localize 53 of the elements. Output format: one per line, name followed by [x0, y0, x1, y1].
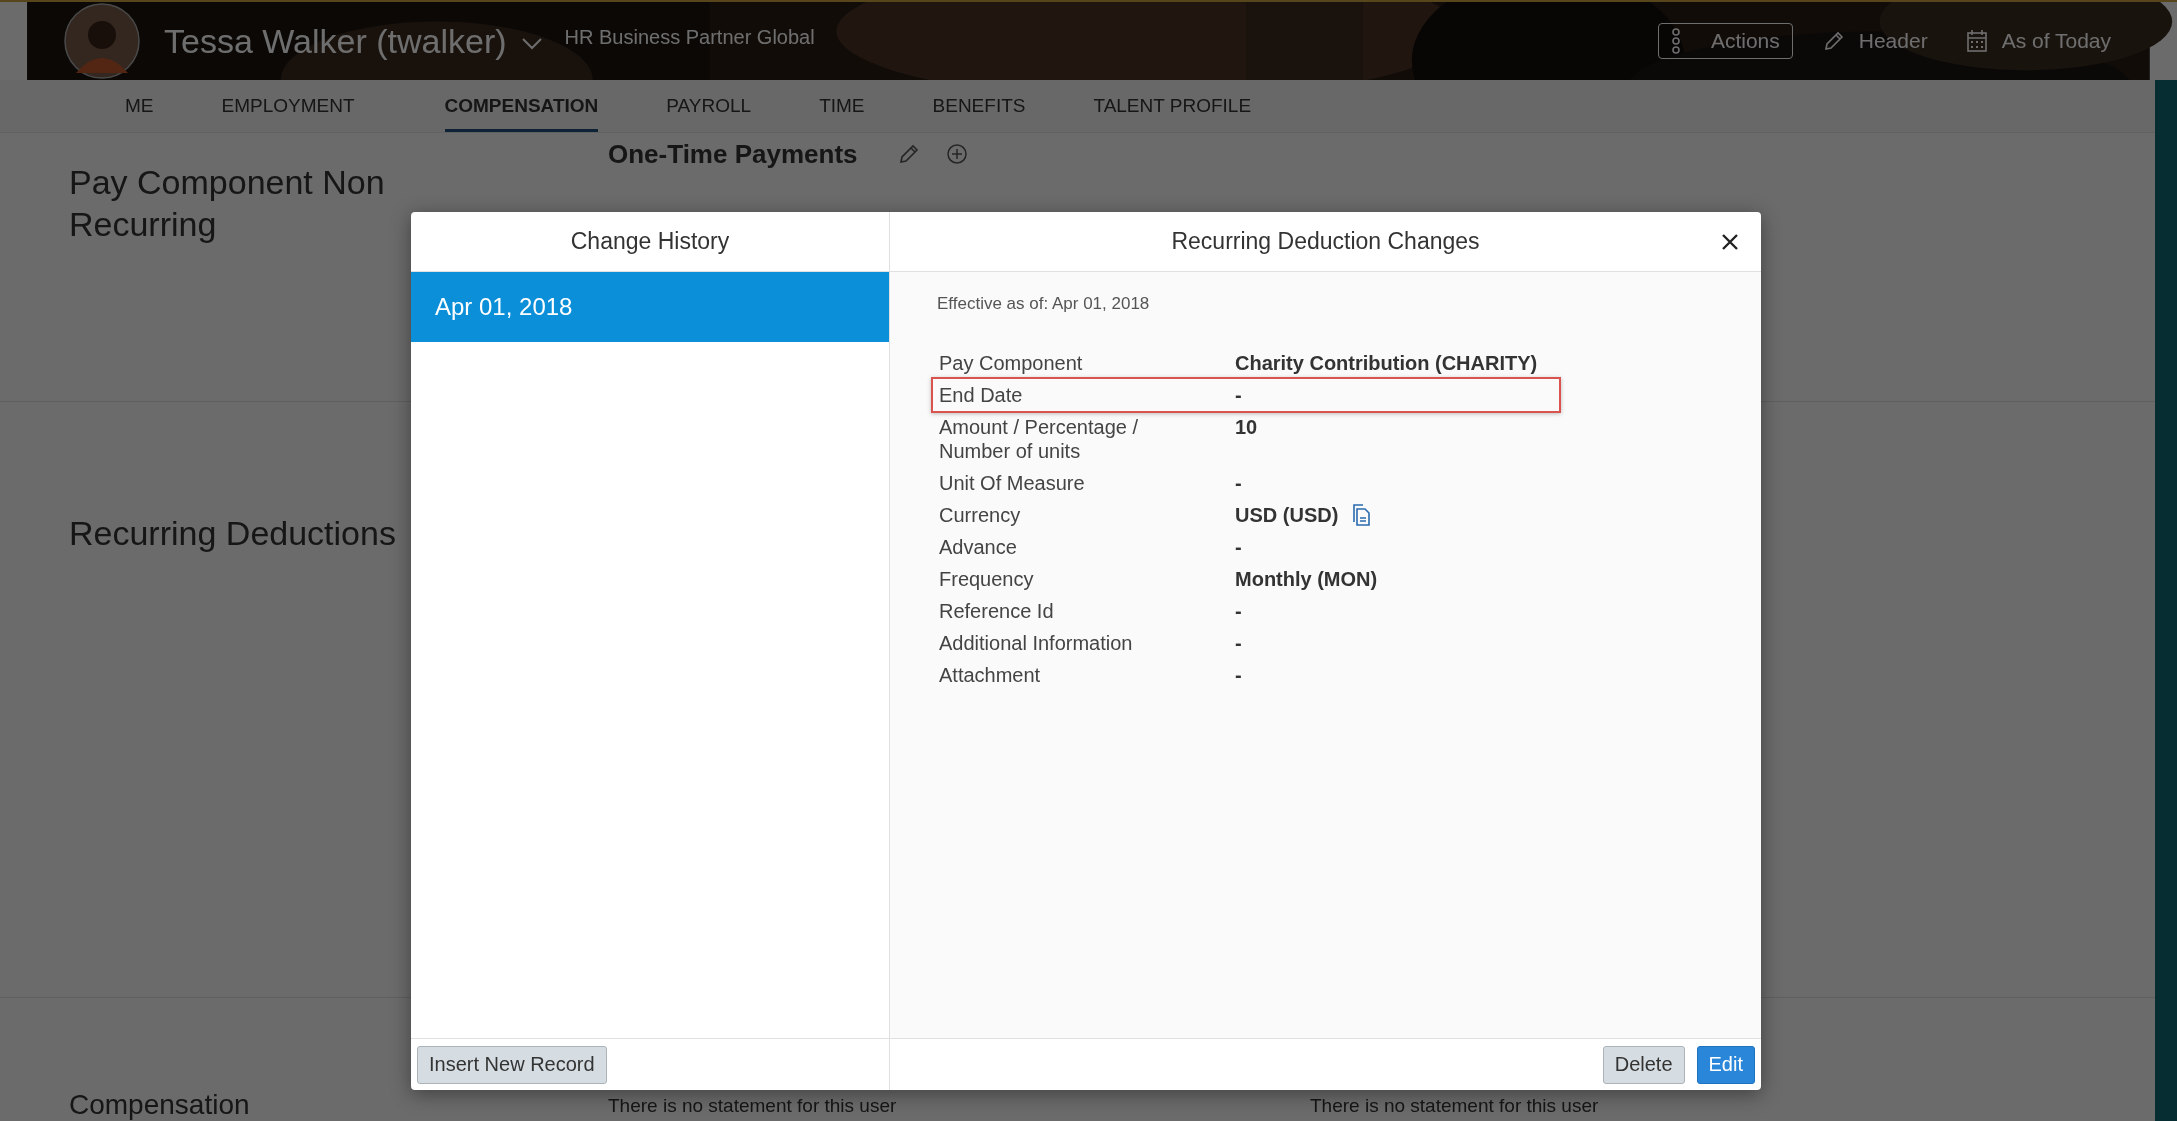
- dialog-button[interactable]: Edit: [1696, 1045, 1755, 1084]
- field-label: Pay Component: [939, 351, 1084, 375]
- field-value: -: [1235, 535, 1242, 559]
- field-label: Reference Id: [939, 599, 1055, 623]
- tab[interactable]: COMPENSATION: [444, 80, 599, 132]
- field-value: -: [1235, 383, 1242, 407]
- section-title: Pay Component Non Recurring: [69, 162, 386, 245]
- effective-date: Effective as of: Apr 01, 2018: [937, 294, 1151, 314]
- field-value: 10: [1235, 415, 1258, 439]
- field-label: Unit Of Measure: [939, 471, 1086, 495]
- field-value: -: [1235, 471, 1242, 495]
- dialog-button[interactable]: Delete: [1602, 1045, 1685, 1084]
- field-label: Attachment: [939, 663, 1042, 687]
- tab[interactable]: PAYROLL: [666, 80, 752, 132]
- calendar-icon: [1965, 29, 1988, 53]
- field-label: Frequency: [939, 567, 1035, 591]
- chevron-down-icon[interactable]: [520, 37, 543, 51]
- panel-title: Change History: [570, 228, 730, 255]
- dialog-title: Recurring Deduction Changes: [1171, 228, 1480, 255]
- field-label: Amount / Percentage / Number of units: [939, 415, 1139, 463]
- field-value: Charity Contribution (CHARITY): [1235, 351, 1538, 375]
- copy-icon[interactable]: [1350, 503, 1371, 527]
- tab[interactable]: TALENT PROFILE: [1093, 80, 1252, 132]
- section-title: Compensation: [69, 1091, 250, 1119]
- job-title: HR Business Partner Global: [564, 25, 815, 49]
- field-label: Currency: [939, 503, 1022, 527]
- tab[interactable]: EMPLOYMENT: [221, 80, 355, 132]
- field-label: End Date: [939, 383, 1024, 407]
- pencil-icon[interactable]: [897, 143, 920, 165]
- field-value: -: [1235, 631, 1242, 655]
- close-icon[interactable]: [1721, 233, 1739, 251]
- actions-button[interactable]: Actions: [1657, 23, 1793, 59]
- dialog-button[interactable]: Insert New Record: [417, 1045, 607, 1084]
- header-button[interactable]: Header: [1814, 25, 1936, 57]
- section-title: Recurring Deductions: [69, 513, 397, 554]
- field-label: Advance: [939, 535, 1018, 559]
- field-value: Monthly (MON): [1235, 567, 1378, 591]
- scrollbar[interactable]: [2155, 80, 2177, 1121]
- tab[interactable]: TIME: [819, 80, 865, 132]
- empty-message: There is no statement for this user: [1310, 1095, 1600, 1117]
- person-name[interactable]: Tessa Walker (twalker): [164, 21, 507, 61]
- field-value: USD (USD): [1235, 503, 1339, 527]
- add-icon[interactable]: [945, 143, 968, 165]
- field-value: -: [1235, 599, 1242, 623]
- tab[interactable]: BENEFITS: [932, 80, 1026, 132]
- field-label: Additional Information: [939, 631, 1134, 655]
- empty-message: There is no statement for this user: [608, 1095, 898, 1117]
- tab[interactable]: ME: [125, 80, 154, 132]
- card-title: One-Time Payments: [608, 138, 858, 170]
- history-item[interactable]: Apr 01, 2018: [411, 272, 889, 342]
- pencil-icon: [1822, 29, 1845, 53]
- menu-icon: [1670, 28, 1681, 54]
- field-value: -: [1235, 663, 1242, 687]
